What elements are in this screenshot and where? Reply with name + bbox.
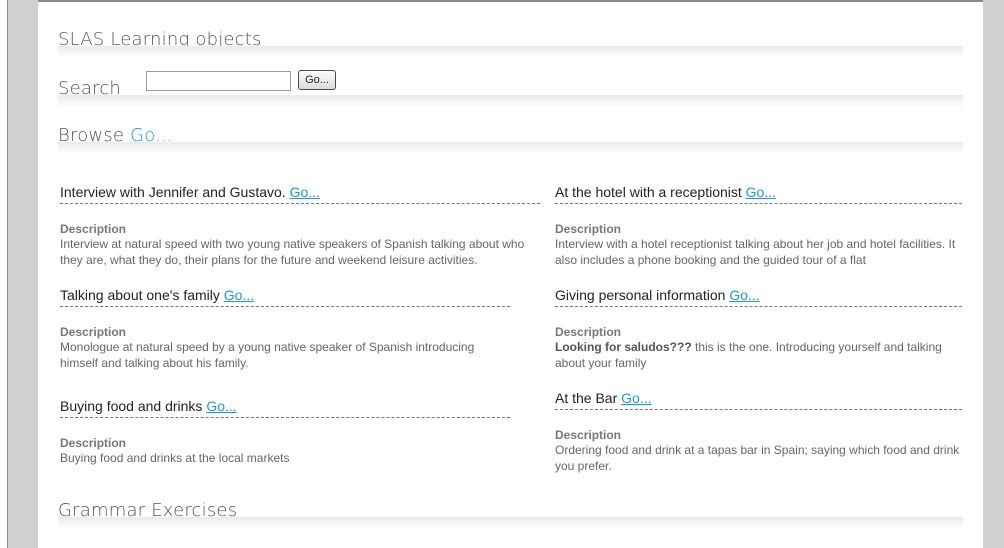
search-bar: Search Go... xyxy=(58,70,963,107)
item-title-row: At the Bar Go... xyxy=(555,390,962,410)
item-title-row: At the hotel with a receptionist Go... xyxy=(555,184,962,204)
description-text: Interview with a hotel receptionist talk… xyxy=(555,237,956,267)
search-input[interactable] xyxy=(146,71,291,91)
item-title: At the hotel with a receptionist xyxy=(555,184,742,200)
description-label: Description xyxy=(60,325,127,339)
item-title: Giving personal information xyxy=(555,287,726,303)
search-go-button[interactable]: Go... xyxy=(298,70,336,90)
item-go-link[interactable]: Go... xyxy=(621,390,651,406)
description-text: Looking for saludos??? this is the one. … xyxy=(555,339,962,371)
item-title-row: Buying food and drinks Go... xyxy=(60,398,510,418)
description-text: Interview at natural speed with two youn… xyxy=(60,237,525,267)
description-text: Buying food and drinks at the local mark… xyxy=(60,451,290,465)
learning-object-item: At the Bar Go... Description Ordering fo… xyxy=(555,390,962,474)
item-title-row: Talking about one's family Go... xyxy=(60,287,510,307)
description-text: Ordering food and drink at a tapas bar i… xyxy=(555,443,960,473)
description-label: Description xyxy=(555,222,622,236)
learning-object-item: At the hotel with a receptionist Go... D… xyxy=(555,184,962,268)
item-title-row: Giving personal information Go... xyxy=(555,287,962,307)
item-title: Buying food and drinks xyxy=(60,398,203,414)
item-title-row: Interview with Jennifer and Gustavo. Go.… xyxy=(60,184,540,204)
right-gutter xyxy=(983,0,1004,548)
item-go-link[interactable]: Go... xyxy=(746,184,776,200)
description-label: Description xyxy=(555,428,622,442)
description-label: Description xyxy=(60,436,127,450)
learning-object-item: Buying food and drinks Go... Description… xyxy=(60,398,510,466)
main-content: SLAS Learning objects Search Go... Brows… xyxy=(38,2,983,548)
description-text: Monologue at natural speed by a young na… xyxy=(60,340,475,370)
learning-objects-header: SLAS Learning objects xyxy=(58,29,963,58)
item-title: Interview with Jennifer and Gustavo. xyxy=(60,184,286,200)
item-go-link[interactable]: Go... xyxy=(290,184,320,200)
item-go-link[interactable]: Go... xyxy=(224,287,254,303)
left-gutter xyxy=(8,0,38,548)
description-label: Description xyxy=(60,222,127,236)
browse-header: Browse Go... xyxy=(58,125,963,154)
description-label: Description xyxy=(555,325,622,339)
item-title: At the Bar xyxy=(555,390,618,406)
learning-object-item: Interview with Jennifer and Gustavo. Go.… xyxy=(60,184,540,268)
description-emphasis: Looking for saludos??? xyxy=(555,340,692,354)
header-shadow xyxy=(58,517,963,529)
header-shadow xyxy=(58,142,963,154)
item-go-link[interactable]: Go... xyxy=(729,287,759,303)
learning-object-item: Giving personal information Go... Descri… xyxy=(555,287,962,371)
item-title: Talking about one's family xyxy=(60,287,220,303)
item-go-link[interactable]: Go... xyxy=(206,398,236,414)
header-shadow xyxy=(58,46,963,58)
learning-object-item: Talking about one's family Go... Descrip… xyxy=(60,287,510,371)
header-shadow xyxy=(58,95,963,107)
window-left-border xyxy=(0,0,8,548)
grammar-exercises-header: Grammar Exercises xyxy=(58,500,963,529)
